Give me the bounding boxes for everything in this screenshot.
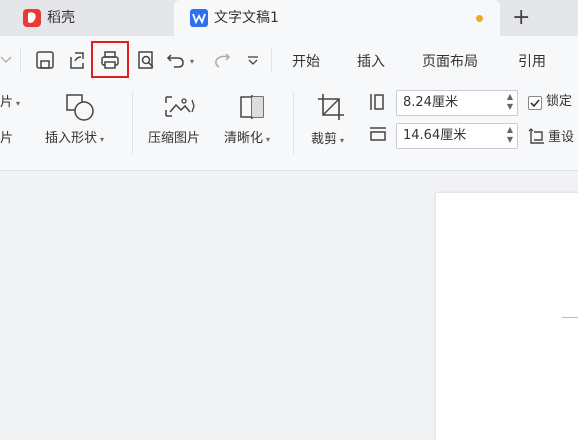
reset-size-icon[interactable] [528, 127, 546, 145]
writer-logo-icon [190, 9, 208, 27]
lock-aspect-label: 锁定 [546, 94, 573, 109]
separator [132, 92, 133, 154]
customize-toolbar-icon[interactable] [245, 52, 261, 68]
undo-icon[interactable] [165, 49, 187, 71]
tab-daoke-label: 稻壳 [47, 10, 75, 26]
new-tab-button[interactable]: + [512, 3, 530, 33]
width-icon [368, 125, 388, 143]
height-value: 8.24厘米 [403, 95, 458, 110]
height-input[interactable]: 8.24厘米 ▲ ▼ [396, 90, 518, 116]
chevron-down-icon[interactable] [0, 52, 12, 68]
reset-size-button[interactable]: 重设 [548, 129, 574, 147]
separator [271, 48, 272, 72]
insert-shape-icon[interactable] [64, 93, 98, 123]
menu-insert[interactable]: 插入 [357, 52, 385, 72]
sharpen-icon[interactable] [238, 93, 266, 121]
picture-button-top[interactable]: 片 ▾ [0, 94, 20, 113]
insert-shape-button[interactable]: 插入形状 ▾ [45, 130, 104, 149]
redo-icon[interactable] [210, 49, 232, 71]
height-stepper-icon[interactable]: ▲ ▼ [507, 92, 513, 112]
height-icon [368, 92, 386, 112]
separator [293, 92, 294, 154]
crop-icon[interactable] [316, 92, 346, 122]
margin-marker [562, 317, 578, 318]
unsaved-dot-icon [476, 15, 483, 22]
compress-picture-icon[interactable] [162, 94, 196, 120]
print-preview-icon[interactable] [135, 49, 157, 71]
width-input[interactable]: 14.64厘米 ▲ ▼ [396, 123, 518, 149]
menu-reference[interactable]: 引用 [518, 52, 546, 72]
width-value: 14.64厘米 [403, 128, 467, 143]
compress-picture-button[interactable]: 压缩图片 [148, 130, 200, 148]
menu-start[interactable]: 开始 [292, 52, 320, 72]
separator [20, 48, 21, 72]
lock-aspect-checkbox[interactable] [528, 96, 542, 110]
picture-button-bottom[interactable]: 片 [0, 130, 13, 148]
export-icon[interactable] [66, 49, 88, 71]
width-stepper-icon[interactable]: ▲ ▼ [507, 125, 513, 145]
print-highlight-box [91, 41, 129, 78]
menu-layout[interactable]: 页面布局 [422, 52, 478, 72]
crop-button[interactable]: 裁剪 ▾ [311, 131, 344, 150]
save-icon[interactable] [34, 49, 56, 71]
tab-document-label: 文字文稿1 [214, 10, 279, 26]
sharpen-button[interactable]: 清晰化 ▾ [224, 130, 270, 149]
document-page[interactable] [436, 193, 578, 440]
daoke-logo-icon [23, 9, 41, 27]
undo-dropdown-icon[interactable]: ▾ [190, 57, 194, 66]
